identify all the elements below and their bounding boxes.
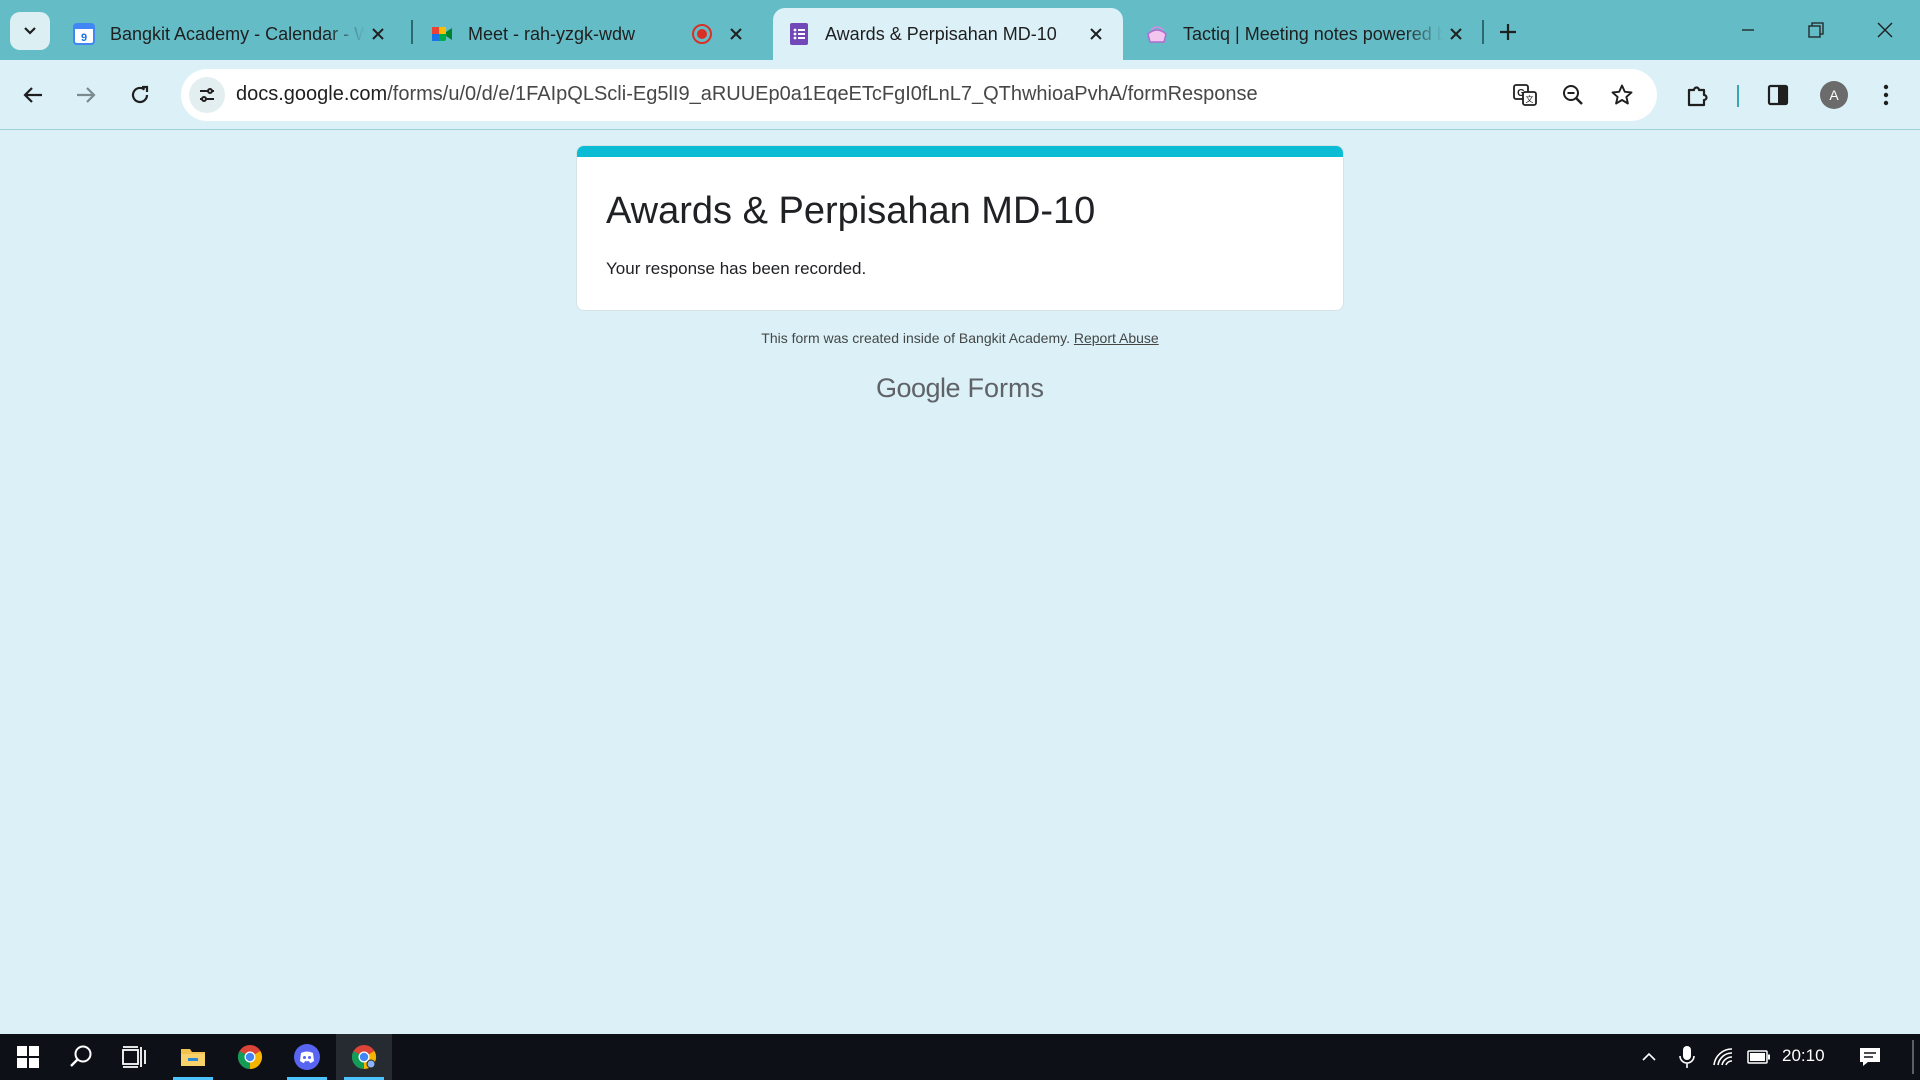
- close-tab-icon[interactable]: [1083, 21, 1109, 47]
- reload-button[interactable]: [120, 75, 160, 115]
- back-button[interactable]: [13, 75, 53, 115]
- close-tab-icon[interactable]: [365, 21, 391, 47]
- close-tab-icon[interactable]: [1443, 21, 1469, 47]
- notifications-button[interactable]: [1852, 1034, 1888, 1080]
- forward-button[interactable]: [66, 75, 106, 115]
- tab-search-button[interactable]: [10, 12, 50, 50]
- form-footer-note: This form was created inside of Bangkit …: [0, 330, 1920, 346]
- svg-text:9: 9: [81, 32, 87, 44]
- network-tray[interactable]: [1708, 1034, 1738, 1080]
- tab-title: Bangkit Academy - Calendar - Week: [110, 23, 365, 44]
- toolbar-divider: [1737, 85, 1739, 107]
- microphone-icon: [1679, 1046, 1695, 1068]
- google-forms-logo[interactable]: Google Forms: [0, 373, 1920, 404]
- taskbar: 20:10: [0, 1034, 1920, 1080]
- url-host: docs.google.com: [236, 83, 388, 105]
- chrome-icon: [351, 1045, 377, 1069]
- taskbar-file-explorer[interactable]: [165, 1034, 221, 1080]
- meet-icon: [430, 22, 454, 46]
- taskbar-chrome-active[interactable]: [336, 1034, 392, 1080]
- show-hidden-icons-button[interactable]: [1634, 1034, 1664, 1080]
- logo-google: Google: [875, 373, 961, 403]
- taskbar-discord[interactable]: [279, 1034, 335, 1080]
- extensions-button[interactable]: [1678, 75, 1718, 115]
- tune-icon: [200, 88, 214, 102]
- svg-text:文: 文: [1526, 94, 1534, 104]
- response-confirmation: Your response has been recorded.: [606, 259, 867, 278]
- tab-strip: 9 Bangkit Academy - Calendar - Week Meet…: [0, 0, 1920, 60]
- chevron-down-icon: [24, 27, 36, 35]
- calendar-icon: 9: [72, 22, 96, 46]
- wifi-icon: [1713, 1048, 1733, 1066]
- tab-separator: [1482, 20, 1484, 44]
- chrome-icon: [237, 1045, 263, 1069]
- arrow-right-icon: [77, 87, 96, 103]
- side-panel-button[interactable]: [1758, 75, 1798, 115]
- reload-icon: [131, 85, 149, 104]
- star-icon: [1611, 84, 1633, 105]
- tactiq-icon: [1145, 22, 1169, 46]
- arrow-left-icon: [23, 87, 42, 103]
- minimize-icon: [1742, 29, 1754, 31]
- address-bar[interactable]: docs.google.com/forms/u/0/d/e/1FAIpQLScl…: [181, 69, 1657, 121]
- battery-icon: [1747, 1050, 1770, 1064]
- discord-icon: [294, 1044, 320, 1070]
- task-view-icon: [122, 1046, 146, 1068]
- footer-text: This form was created inside of Bangkit …: [761, 330, 1070, 346]
- profile-avatar[interactable]: A: [1820, 81, 1848, 109]
- tab-calendar[interactable]: 9 Bangkit Academy - Calendar - Week: [50, 8, 405, 60]
- report-abuse-link[interactable]: Report Abuse: [1074, 330, 1159, 346]
- restore-button[interactable]: [1786, 8, 1846, 52]
- tab-tactiq[interactable]: Tactiq | Meeting notes powered by AI: [1123, 8, 1483, 60]
- zoom-button[interactable]: [1555, 77, 1591, 113]
- translate-button[interactable]: G文: [1507, 77, 1543, 113]
- side-panel-icon: [1767, 84, 1789, 106]
- taskbar-clock[interactable]: 20:10: [1782, 1046, 1825, 1066]
- battery-tray[interactable]: [1744, 1034, 1774, 1080]
- task-view-button[interactable]: [106, 1034, 162, 1080]
- form-title: Awards & Perpisahan MD-10: [606, 190, 1096, 232]
- chevron-up-icon: [1642, 1052, 1656, 1061]
- windows-icon: [17, 1046, 39, 1068]
- form-response-card: Awards & Perpisahan MD-10 Your response …: [576, 145, 1344, 311]
- microphone-tray[interactable]: [1672, 1034, 1702, 1080]
- close-icon: [1877, 22, 1893, 38]
- new-tab-button[interactable]: [1490, 14, 1526, 50]
- zoom-out-icon: [1563, 85, 1583, 105]
- tab-title: Meet - rah-yzgk-wdw: [468, 23, 636, 44]
- folder-icon: [181, 1049, 205, 1066]
- tab-meet[interactable]: Meet - rah-yzgk-wdw: [408, 8, 763, 60]
- form-accent-band: [577, 146, 1343, 157]
- puzzle-icon: [1687, 86, 1708, 107]
- show-desktop-button[interactable]: [1912, 1040, 1914, 1074]
- url-text[interactable]: docs.google.com/forms/u/0/d/e/1FAIpQLScl…: [236, 83, 1258, 106]
- more-vert-icon: [1883, 84, 1889, 106]
- forms-icon: [787, 22, 811, 46]
- close-window-button[interactable]: [1855, 8, 1915, 52]
- tab-title: Tactiq | Meeting notes powered by AI: [1183, 23, 1443, 44]
- tab-forms-active[interactable]: Awards & Perpisahan MD-10: [773, 8, 1123, 60]
- search-icon: [70, 1045, 92, 1067]
- restore-icon: [1808, 22, 1824, 38]
- taskbar-chrome[interactable]: [222, 1034, 278, 1080]
- bookmark-button[interactable]: [1604, 77, 1640, 113]
- menu-button[interactable]: [1866, 75, 1906, 115]
- logo-forms: Forms: [967, 373, 1045, 403]
- plus-icon: [1500, 24, 1516, 40]
- close-tab-icon[interactable]: [723, 21, 749, 47]
- site-info-button[interactable]: [189, 77, 225, 113]
- recording-icon: [689, 21, 715, 47]
- tab-title: Awards & Perpisahan MD-10: [825, 23, 1057, 44]
- translate-icon: G文: [1513, 84, 1537, 106]
- start-button[interactable]: [0, 1034, 56, 1080]
- browser-toolbar: docs.google.com/forms/u/0/d/e/1FAIpQLScl…: [0, 60, 1920, 130]
- url-path: /forms/u/0/d/e/1FAIpQLScli-Eg5lI9_aRUUEp…: [387, 83, 1258, 105]
- minimize-button[interactable]: [1718, 8, 1778, 52]
- notification-icon: [1860, 1048, 1880, 1066]
- search-button[interactable]: [53, 1034, 109, 1080]
